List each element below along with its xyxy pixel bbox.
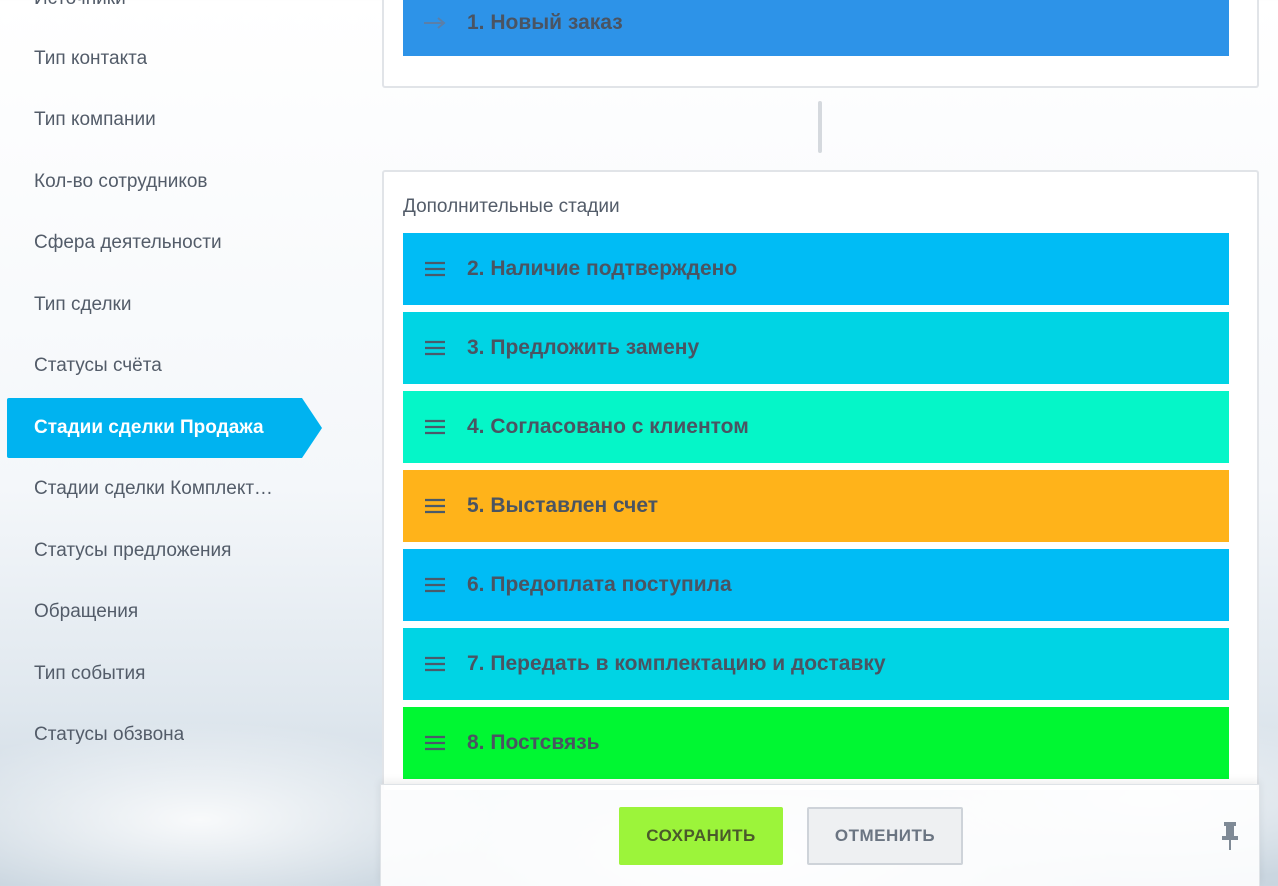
- save-button[interactable]: СОХРАНИТЬ: [619, 807, 783, 865]
- sidebar-item-sources[interactable]: Источники: [34, 0, 126, 10]
- stage-connector: [818, 101, 822, 153]
- sidebar-item-call-statuses[interactable]: Статусы обзвона: [7, 705, 302, 765]
- stage-row-first[interactable]: 1. Новый заказ: [403, 0, 1229, 56]
- drag-handle-icon[interactable]: [403, 577, 467, 593]
- sidebar-item-event-type[interactable]: Тип события: [7, 644, 302, 704]
- stage-row[interactable]: 6. Предоплата поступила: [403, 549, 1229, 621]
- drag-handle-icon[interactable]: [403, 498, 467, 514]
- stage-row[interactable]: 8. Постсвязь: [403, 707, 1229, 779]
- drag-handle-icon[interactable]: [403, 735, 467, 751]
- stage-row[interactable]: 3. Предложить замену: [403, 312, 1229, 384]
- stage-label[interactable]: 7. Передать в комплектацию и доставку: [467, 652, 886, 676]
- stage-label[interactable]: 2. Наличие подтверждено: [467, 257, 737, 281]
- sidebar-item-deal-stages-picking[interactable]: Стадии сделки Комплектация: [7, 459, 302, 519]
- sidebar-item-industry[interactable]: Сфера деятельности: [7, 213, 302, 273]
- drag-handle-icon[interactable]: [403, 419, 467, 435]
- action-bar: СОХРАНИТЬ ОТМЕНИТЬ: [380, 784, 1260, 886]
- drag-handle-icon[interactable]: [403, 340, 467, 356]
- stage-row[interactable]: 4. Согласовано с клиентом: [403, 391, 1229, 463]
- sidebar-item-contact-type[interactable]: Тип контакта: [7, 29, 302, 89]
- stage-label[interactable]: 4. Согласовано с клиентом: [467, 415, 749, 439]
- cancel-button[interactable]: ОТМЕНИТЬ: [807, 807, 963, 865]
- stage-label[interactable]: 5. Выставлен счет: [467, 494, 658, 518]
- drag-handle-icon[interactable]: [403, 261, 467, 277]
- stage-label[interactable]: 3. Предложить замену: [467, 336, 699, 360]
- stage-label[interactable]: 8. Постсвязь: [467, 731, 600, 755]
- sidebar-item-deal-stages-sales[interactable]: Стадии сделки Продажа: [7, 398, 322, 458]
- stage-row[interactable]: 2. Наличие подтверждено: [403, 233, 1229, 305]
- drag-handle-icon[interactable]: [403, 656, 467, 672]
- stage-row[interactable]: 7. Передать в комплектацию и доставку: [403, 628, 1229, 700]
- sidebar-item-company-type[interactable]: Тип компании: [7, 90, 302, 150]
- sidebar-item-invoice-statuses[interactable]: Статусы счёта: [7, 336, 302, 396]
- sidebar-item-quote-statuses[interactable]: Статусы предложения: [7, 521, 302, 581]
- stage-label[interactable]: 1. Новый заказ: [467, 5, 623, 35]
- sidebar-item-requests[interactable]: Обращения: [7, 582, 302, 642]
- settings-sidebar: Источники Тип контакта Тип компании Кол-…: [0, 0, 330, 886]
- stage-row[interactable]: 5. Выставлен счет: [403, 470, 1229, 542]
- arrow-right-icon: [403, 11, 467, 29]
- panel-title: Дополнительные стадии: [403, 196, 620, 217]
- pin-icon[interactable]: [1219, 821, 1241, 851]
- sidebar-item-deal-type[interactable]: Тип сделки: [7, 275, 302, 335]
- sidebar-item-employees-count[interactable]: Кол-во сотрудников: [7, 152, 302, 212]
- stage-label[interactable]: 6. Предоплата поступила: [467, 573, 732, 597]
